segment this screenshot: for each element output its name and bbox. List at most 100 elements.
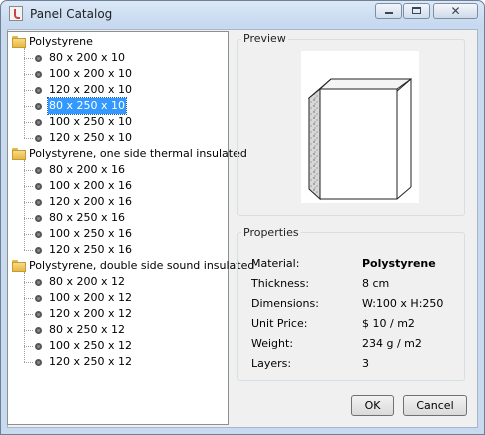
tree-branch-line <box>24 250 33 251</box>
leaf-bullet-icon <box>35 295 42 302</box>
tree-item-label: 100 x 200 x 10 <box>49 67 132 80</box>
tree-item[interactable]: 100 x 200 x 10 <box>8 66 226 82</box>
ok-button[interactable]: OK <box>351 395 394 416</box>
folder-icon <box>12 260 26 272</box>
leaf-bullet-icon <box>35 343 42 350</box>
property-label: Weight: <box>251 337 294 350</box>
tree-group[interactable]: Polystyrene, one side thermal insulated <box>8 146 247 162</box>
tree-item[interactable]: 80 x 200 x 10 <box>8 50 226 66</box>
leaf-bullet-icon <box>35 55 42 62</box>
folder-icon <box>12 36 26 48</box>
tree-item[interactable]: 120 x 200 x 10 <box>8 82 226 98</box>
tree-item[interactable]: 80 x 200 x 16 <box>8 162 226 178</box>
tree-group-label: Polystyrene, one side thermal insulated <box>29 147 247 160</box>
tree-item-label: 120 x 200 x 10 <box>49 83 132 96</box>
tree-branch-line <box>24 122 33 123</box>
leaf-bullet-icon <box>35 87 42 94</box>
tree-item[interactable]: 80 x 200 x 12 <box>8 274 226 290</box>
tree-item-label: 100 x 250 x 16 <box>49 227 132 240</box>
tree-item[interactable]: 100 x 250 x 12 <box>8 338 226 354</box>
java-app-icon <box>9 6 23 21</box>
folder-icon <box>12 148 26 160</box>
tree-group[interactable]: Polystyrene, double side sound insulated <box>8 258 254 274</box>
property-value: 8 cm <box>362 277 390 290</box>
property-value: W:100 x H:250 <box>362 297 444 310</box>
property-value: 3 <box>362 357 369 370</box>
panel-preview-image <box>301 51 419 203</box>
property-label: Dimensions: <box>251 297 319 310</box>
tree-item[interactable]: 80 x 250 x 16 <box>8 210 226 226</box>
leaf-bullet-icon <box>35 359 42 366</box>
tree-item-label: 100 x 200 x 12 <box>49 291 132 304</box>
tree-branch-line <box>24 218 33 219</box>
tree-item-label: 100 x 200 x 16 <box>49 179 132 192</box>
minimize-button[interactable] <box>375 3 402 19</box>
close-button[interactable]: ✕ <box>433 3 478 19</box>
property-label: Thickness: <box>251 277 310 290</box>
leaf-bullet-icon <box>35 231 42 238</box>
maximize-button[interactable] <box>403 3 430 19</box>
leaf-bullet-icon <box>35 183 42 190</box>
tree-item[interactable]: 120 x 250 x 16 <box>8 242 226 258</box>
tree-item[interactable]: 120 x 200 x 16 <box>8 194 226 210</box>
tree-item[interactable]: 100 x 200 x 16 <box>8 178 226 194</box>
property-label: Unit Price: <box>251 317 308 330</box>
leaf-bullet-icon <box>35 215 42 222</box>
tree-branch-line <box>24 298 33 299</box>
tree-branch-line <box>24 202 33 203</box>
properties-title: Properties <box>241 226 301 239</box>
tree-item-label: 80 x 200 x 16 <box>49 163 125 176</box>
tree-item[interactable]: 100 x 250 x 16 <box>8 226 226 242</box>
tree-item[interactable]: 120 x 250 x 12 <box>8 354 226 370</box>
tree-item[interactable]: 80 x 250 x 10 <box>8 97 226 115</box>
property-label: Material: <box>251 257 300 270</box>
tree-item[interactable]: 80 x 250 x 12 <box>8 322 226 338</box>
tree-branch-line <box>24 138 33 139</box>
property-value: Polystyrene <box>362 257 436 270</box>
tree-item-label: 80 x 200 x 12 <box>49 275 125 288</box>
tree-item-label: 120 x 200 x 16 <box>49 195 132 208</box>
preview-title: Preview <box>241 32 288 45</box>
property-label: Layers: <box>251 357 292 370</box>
catalog-tree[interactable]: Polystyrene 80 x 200 x 10 100 x 200 x 10 12… <box>7 31 254 425</box>
panel-catalog-window: Panel Catalog ✕ Polystyrene 80 x 200 x 10… <box>0 0 485 435</box>
tree-branch-line <box>24 330 33 331</box>
leaf-bullet-icon <box>35 311 42 318</box>
tree-branch-line <box>24 186 33 187</box>
tree-branch-line <box>24 314 33 315</box>
tree-item-label: 80 x 250 x 12 <box>49 323 125 336</box>
property-value: $ 10 / m2 <box>362 317 415 330</box>
tree-item[interactable]: 100 x 200 x 12 <box>8 290 226 306</box>
maximize-icon <box>412 7 421 14</box>
minimize-icon <box>385 12 393 14</box>
tree-item-label: 120 x 200 x 12 <box>49 307 132 320</box>
tree-item-label: 80 x 200 x 10 <box>49 51 125 64</box>
tree-branch-line <box>24 58 33 59</box>
title-bar[interactable]: Panel Catalog ✕ <box>1 1 484 27</box>
close-icon: ✕ <box>450 4 461 18</box>
tree-item-label: 120 x 250 x 12 <box>49 355 132 368</box>
tree-item[interactable]: 120 x 250 x 10 <box>8 130 226 146</box>
insulation-panel-drawing <box>307 78 413 201</box>
leaf-bullet-icon <box>35 279 42 286</box>
tree-branch-line <box>24 170 33 171</box>
cancel-button[interactable]: Cancel <box>403 395 467 416</box>
tree-item-label: 120 x 250 x 16 <box>49 243 132 256</box>
tree-item[interactable]: 100 x 250 x 10 <box>8 114 226 130</box>
tree-group-label: Polystyrene, double side sound insulated <box>29 259 255 272</box>
tree-item[interactable]: 120 x 200 x 12 <box>8 306 226 322</box>
tree-item-label: 120 x 250 x 10 <box>49 131 132 144</box>
tree-branch-line <box>24 346 33 347</box>
tree-item-label: 80 x 250 x 10 <box>47 97 127 115</box>
leaf-bullet-icon <box>35 247 42 254</box>
leaf-bullet-icon <box>35 119 42 126</box>
tree-branch-line <box>24 362 33 363</box>
tree-group[interactable]: Polystyrene <box>8 34 226 50</box>
leaf-bullet-icon <box>35 71 42 78</box>
leaf-bullet-icon <box>35 199 42 206</box>
leaf-bullet-icon <box>35 135 42 142</box>
tree-branch-line <box>24 74 33 75</box>
property-value: 234 g / m2 <box>362 337 422 350</box>
tree-branch-line <box>24 282 33 283</box>
leaf-bullet-icon <box>35 327 42 334</box>
